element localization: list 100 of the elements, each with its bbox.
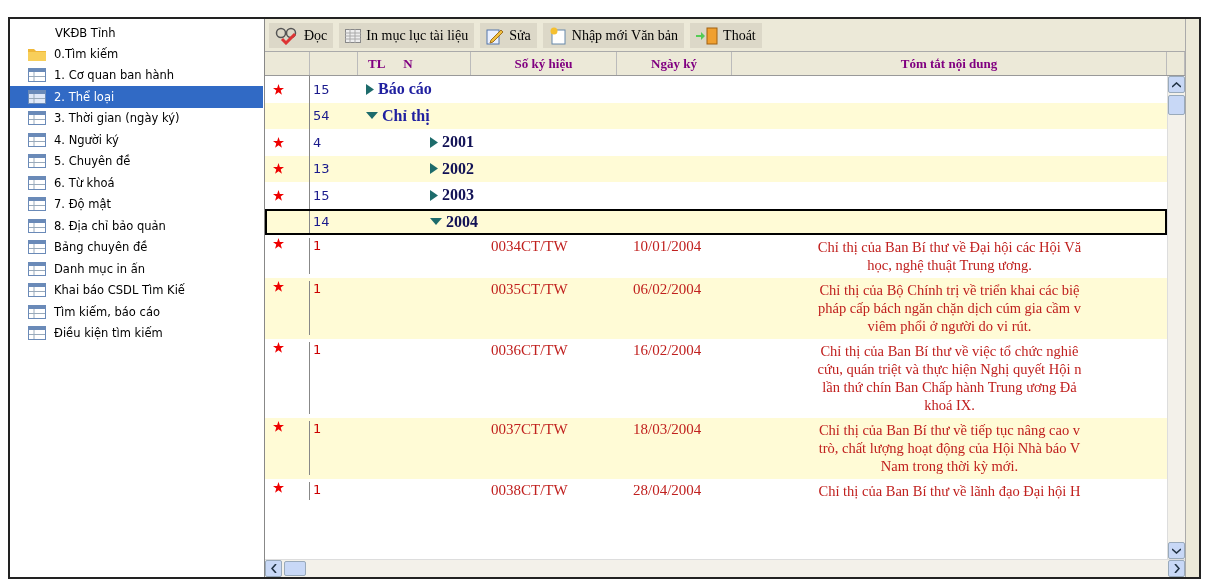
table-icon	[28, 218, 46, 233]
group-label: 2004	[446, 212, 478, 231]
grid-icon	[345, 28, 362, 43]
sidebar-item[interactable]: 7. Độ mật	[10, 193, 263, 215]
count-cell-text: 15	[312, 81, 331, 97]
table-icon	[28, 326, 46, 341]
scroll-down-icon[interactable]	[1168, 542, 1185, 559]
star-icon	[273, 83, 284, 95]
table-icon	[28, 240, 46, 255]
scrollbar-thumb[interactable]	[284, 561, 306, 576]
summary-cell-text: Chỉ thị của Ban Bí thư về lãnh đạo Đại hội H	[817, 482, 1082, 500]
sidebar-item[interactable]: Điều kiện tìm kiếm	[10, 322, 263, 344]
count-cell-text: 1	[312, 281, 323, 296]
collapsed-triangle-icon[interactable]	[430, 163, 438, 175]
count-cell-text: 1	[312, 238, 323, 253]
vertical-scrollbar[interactable]	[1167, 76, 1185, 559]
table-icon	[28, 154, 46, 169]
date-cell-text: 06/02/2004	[632, 281, 703, 298]
edit-icon	[486, 26, 505, 45]
table-row[interactable]: 1 0035CT/TW 06/02/2004 Chỉ thị của Bộ Chính trị về triển khai các biệ pháp cấp bách ngăn chặn dịch cúm gia cầm v viêm phổi ở người do vi rút.	[265, 278, 1167, 339]
star-icon	[273, 421, 284, 432]
column-header: N	[403, 55, 413, 72]
sidebar-item[interactable]: 6. Từ khoá	[10, 172, 263, 194]
scrollbar-thumb[interactable]	[1168, 95, 1185, 115]
star-icon	[273, 281, 284, 292]
star-icon	[273, 342, 284, 353]
horizontal-scrollbar[interactable]	[265, 559, 1185, 577]
sidebar-item[interactable]: Khai báo CSDL Tìm Kiế	[10, 279, 263, 301]
group-label: Báo cáo	[378, 80, 432, 99]
glasses-check-icon	[275, 26, 299, 45]
table-row[interactable]: 13 2002	[265, 155, 1167, 182]
group-label: 2001	[442, 133, 474, 152]
table-row[interactable]: 54 Chỉ thị	[265, 102, 1167, 129]
document-number-cell-text: 0034CT/TW	[490, 238, 569, 255]
document-number-cell-text: 0035CT/TW	[490, 281, 569, 298]
table-icon	[28, 175, 46, 190]
group-label: Chỉ thị	[382, 106, 430, 125]
table-row[interactable]: 1 0037CT/TW 18/03/2004 Chỉ thị của Ban Bí thư về tiếp tục nâng cao v trò, chất lượng hoạt động của Hội Nhà báo V Nam trong thời kỳ mới.	[265, 418, 1167, 479]
table-icon	[28, 68, 46, 83]
date-cell-text: 10/01/2004	[632, 238, 703, 255]
sidebar-item[interactable]: 3. Thời gian (ngày ký)	[10, 107, 263, 129]
sidebar-item[interactable]: Danh mục in ấn	[10, 258, 263, 280]
column-header: Ngày ký	[617, 52, 732, 75]
toolbar-button[interactable]: Sửa	[480, 23, 537, 48]
scroll-left-icon[interactable]	[265, 560, 282, 577]
table-icon	[28, 132, 46, 147]
collapsed-triangle-icon[interactable]	[430, 189, 438, 201]
count-cell-text: 1	[312, 421, 323, 436]
tree-root-label: VKĐB Tỉnh	[54, 25, 117, 42]
document-number-cell-text: 0036CT/TW	[490, 342, 569, 359]
scroll-right-icon[interactable]	[1168, 560, 1185, 577]
sidebar-item[interactable]: 2. Thể loại	[10, 86, 263, 108]
table-icon	[28, 304, 46, 319]
summary-cell-text: Chỉ thị của Bộ Chính trị về triển khai các biệ pháp cấp bách ngăn chặn dịch cúm gia cầm v viêm phổi ở người do vi rút.	[817, 281, 1082, 335]
exit-door-icon	[696, 26, 719, 45]
sidebar-item[interactable]: 8. Địa chỉ bảo quản	[10, 215, 263, 237]
table-icon	[28, 111, 46, 126]
summary-cell-text: Chỉ thị của Ban Bí thư về tiếp tục nâng cao v trò, chất lượng hoạt động của Hội Nhà báo V Nam trong thời kỳ mới.	[817, 421, 1082, 475]
sidebar-item[interactable]: Tìm kiếm, báo cáo	[10, 301, 263, 323]
new-document-icon	[548, 26, 567, 45]
collapsed-triangle-icon[interactable]	[366, 83, 374, 95]
count-cell-text: 4	[312, 134, 323, 150]
column-header: Số ký hiệu	[471, 52, 617, 75]
star-icon	[273, 482, 284, 493]
toolbar-button[interactable]: Đọc	[269, 23, 334, 48]
scroll-up-icon[interactable]	[1168, 76, 1185, 93]
count-cell-text: 1	[312, 482, 323, 497]
group-label: 2003	[442, 186, 474, 205]
summary-cell-text: Chỉ thị của Ban Bí thư về việc tổ chức nghiê cứu, quán triệt và thực hiện Nghị quyết Hội n lần thứ chín Ban Chấp hành Trung ương Đả khoá IX.	[816, 342, 1083, 414]
count-cell-text: 14	[312, 214, 331, 230]
expanded-triangle-icon[interactable]	[430, 217, 442, 226]
column-header: TL	[368, 55, 386, 72]
table-row[interactable]: 14 2004	[265, 208, 1167, 235]
table-icon	[28, 197, 46, 212]
table-icon	[28, 89, 46, 104]
sidebar-item[interactable]: 1. Cơ quan ban hành	[10, 64, 263, 86]
star-icon	[273, 238, 284, 249]
sidebar-item[interactable]: 0.Tìm kiếm	[10, 43, 263, 65]
date-cell-text: 28/04/2004	[632, 482, 703, 499]
summary-cell-text: Chỉ thị của Ban Bí thư về Đại hội các Hội Vă học, nghệ thuật Trung ương.	[816, 238, 1083, 274]
star-icon	[273, 189, 284, 201]
count-cell-text: 1	[312, 342, 323, 357]
folder-icon	[28, 46, 46, 61]
toolbar-button[interactable]: In mục lục tài liệu	[339, 23, 475, 48]
date-cell-text: 18/03/2004	[632, 421, 703, 438]
collapsed-triangle-icon[interactable]	[430, 136, 438, 148]
star-icon	[273, 136, 284, 148]
count-cell-text: 54	[312, 108, 331, 124]
date-cell-text: 16/02/2004	[632, 342, 703, 359]
count-cell-text: 15	[312, 187, 331, 203]
sidebar-item[interactable]: 4. Người ký	[10, 129, 263, 151]
sidebar-item[interactable]: 5. Chuyên đề	[10, 150, 263, 172]
toolbar-button[interactable]: Nhập mới Văn bản	[542, 23, 685, 48]
count-cell-text: 13	[312, 161, 331, 177]
table-icon	[28, 283, 46, 298]
expanded-triangle-icon[interactable]	[366, 111, 378, 120]
star-icon	[273, 163, 284, 175]
sidebar-item[interactable]: Bảng chuyên đề	[10, 236, 263, 258]
toolbar-button[interactable]: Thoát	[690, 23, 762, 48]
document-number-cell-text: 0038CT/TW	[490, 482, 569, 499]
